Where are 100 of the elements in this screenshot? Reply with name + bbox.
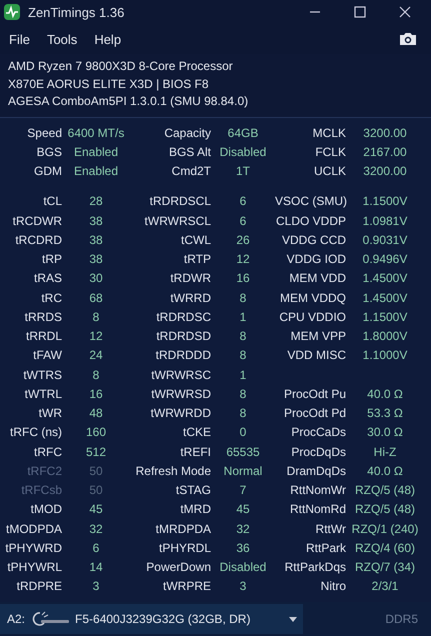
field-label: MCLK — [312, 124, 346, 142]
field-value: Hi-Z — [372, 444, 398, 460]
field-label: UCLK — [312, 163, 346, 180]
field-label: RttPark — [304, 540, 346, 557]
field-label: ProcCaDs — [290, 424, 346, 442]
field-value: 1.8000V — [362, 328, 408, 345]
field-label: tWTRS — [22, 366, 62, 384]
field-label: MEM VDD — [288, 270, 346, 288]
field-label: BGS — [36, 144, 62, 161]
field-label: tMRD — [179, 501, 211, 518]
field-value: RZQ/5 (48) — [354, 501, 416, 518]
field-value: 3 — [92, 578, 100, 596]
field-value: 30.0 Ω — [366, 424, 404, 442]
field-label: tRFC (ns) — [9, 424, 62, 442]
field-label: tWRWRDD — [150, 405, 211, 422]
field-value: Disabled — [218, 559, 268, 576]
system-info-line: AMD Ryzen 7 9800X3D 8-Core Processor — [8, 58, 234, 75]
field-value: Disabled — [218, 144, 268, 161]
field-value: RZQ/5 (48) — [354, 482, 416, 499]
field-value: 3200.00 — [362, 124, 408, 142]
field-value: 24 — [88, 347, 104, 364]
field-value: 8 — [238, 328, 248, 345]
field-label: VSOC (SMU) — [275, 193, 346, 210]
field-label: VDDG IOD — [286, 251, 346, 268]
field-value: 6 — [92, 540, 100, 557]
field-value: 1 — [238, 308, 248, 326]
field-value: 6400 MT/s — [66, 124, 126, 142]
field-label: DramDqDs — [286, 462, 346, 480]
field-label: VDDG CCD — [280, 232, 346, 249]
field-label: Nitro — [320, 578, 346, 596]
field-label: GDM — [33, 163, 62, 180]
camera-icon[interactable] — [399, 32, 417, 46]
field-label: tRDRDSD — [155, 328, 211, 345]
field-label: tRTP — [182, 251, 211, 268]
field-label: ProcDqDs — [290, 444, 346, 460]
field-label: Cmd2T — [170, 163, 211, 180]
field-label: BGS Alt — [168, 144, 211, 161]
field-value: 16 — [235, 270, 251, 288]
field-label: tCWL — [180, 232, 211, 249]
menu-item[interactable]: Help — [94, 32, 122, 46]
field-value: 12 — [235, 251, 251, 268]
system-info-line: AGESA ComboAm5PI 1.3.0.1 (SMU 98.84.0) — [8, 93, 250, 110]
field-label: RttNomWr — [289, 482, 346, 499]
field-value: 1.0981V — [362, 212, 408, 230]
menu-item[interactable]: Tools — [46, 32, 78, 46]
field-label: VDD MISC — [286, 347, 346, 364]
field-value: 50 — [88, 462, 104, 480]
field-value: Enabled — [72, 163, 120, 180]
field-label: tRFC2 — [26, 462, 62, 480]
field-label: Speed — [26, 124, 62, 142]
field-value: 12 — [88, 328, 104, 345]
field-value: 48 — [88, 405, 104, 422]
field-value: 1.1500V — [362, 193, 408, 210]
field-value: 32 — [235, 520, 251, 538]
field-label: Capacity — [163, 124, 211, 142]
field-label: tPHYWRD — [4, 540, 62, 557]
field-value: 32 — [88, 520, 104, 538]
brand-logo-icon — [31, 611, 72, 627]
field-value: 8 — [238, 405, 248, 422]
field-label: tMOD — [30, 501, 62, 518]
field-value: 45 — [88, 501, 104, 518]
field-value: 45 — [235, 501, 251, 518]
field-label: tRFC — [33, 444, 62, 460]
close-icon[interactable] — [399, 6, 411, 18]
field-label: RttParkDqs — [284, 559, 346, 576]
field-value: Normal — [222, 462, 264, 480]
field-label: tWRRD — [169, 290, 211, 306]
field-value: 0.9031V — [362, 232, 408, 249]
module-dropdown[interactable]: A2: F5-6400J3239G32G (32GB, DR) — [0, 604, 303, 634]
field-value: 2167.00 — [362, 144, 408, 161]
maximize-icon[interactable] — [354, 6, 366, 18]
field-label: CPU VDDIO — [278, 308, 346, 326]
field-value: 38 — [88, 232, 104, 249]
field-value: 7 — [238, 482, 248, 499]
field-value: 6 — [238, 193, 248, 210]
field-value: 38 — [88, 212, 104, 230]
field-value: 26 — [235, 232, 251, 249]
field-value: 36 — [235, 540, 251, 557]
field-value: 0 — [238, 424, 248, 442]
field-value: 40.0 Ω — [366, 462, 404, 480]
field-value: 8 — [238, 386, 248, 403]
system-info-line: X870E AORUS ELITE X3D | BIOS F8 — [8, 76, 210, 92]
field-label: tMODPDA — [4, 520, 62, 538]
field-label: tWTRL — [24, 386, 62, 403]
field-label: tRDRDSCL — [148, 193, 211, 210]
field-value: 6 — [238, 212, 248, 230]
field-value: 2/3/1 — [370, 578, 400, 596]
field-label: tWR — [38, 405, 62, 422]
field-value: 1.1500V — [362, 308, 408, 326]
field-value: 160 — [84, 424, 108, 442]
field-label: tRCDRD — [14, 232, 62, 249]
field-label: Refresh Mode — [134, 462, 211, 480]
menu-item[interactable]: File — [9, 32, 30, 46]
field-value: 38 — [88, 251, 104, 268]
field-label: tRP — [40, 251, 62, 268]
field-value: 28 — [88, 193, 104, 210]
field-label: tRRDS — [24, 308, 62, 326]
field-label: PowerDown — [145, 559, 211, 576]
field-value: 65535 — [225, 444, 261, 460]
memory-type: DDR5 — [385, 612, 419, 626]
